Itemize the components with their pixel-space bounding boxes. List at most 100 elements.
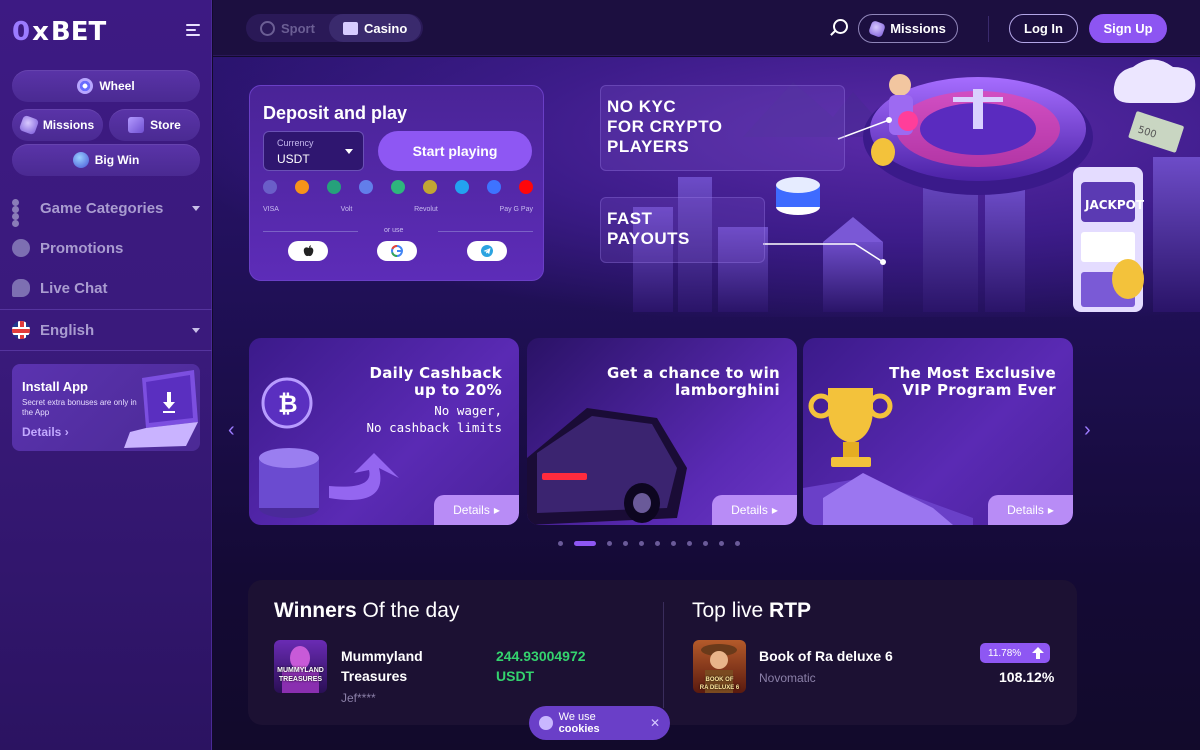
cookie-icon	[539, 716, 553, 730]
promo-title: The Most Exclusive VIP Program Ever	[889, 365, 1056, 399]
main-content: JACKPOT 500 NO KYC FOR CRYPTO PLAYERS FA…	[213, 57, 1200, 750]
search-icon[interactable]	[833, 19, 848, 34]
signup-button[interactable]: Sign Up	[1089, 14, 1167, 43]
wheel-button[interactable]: Wheel	[12, 70, 200, 102]
store-button[interactable]: Store	[109, 109, 200, 141]
menu-toggle-icon[interactable]	[186, 24, 202, 36]
telegram-login-button[interactable]	[467, 241, 507, 261]
rtp-game-name[interactable]: Book of Ra deluxe 6	[759, 646, 893, 666]
language-selector[interactable]: English	[12, 318, 200, 342]
book-of-ra-thumbnail[interactable]: BOOK OF RA DELUXE 6	[693, 640, 746, 693]
rtp-value: 108.12%	[999, 669, 1055, 685]
carousel-dot[interactable]	[607, 541, 612, 546]
amount-currency: USDT	[496, 668, 535, 684]
soccer-ball-icon	[260, 20, 275, 36]
install-app-details-link[interactable]: Details ›	[22, 425, 69, 439]
details-label: Details	[453, 503, 490, 517]
logo-zero: 0	[12, 17, 31, 47]
missions-button[interactable]: Missions	[12, 109, 103, 141]
arrow-up-icon	[1032, 647, 1044, 659]
carousel-dot[interactable]	[639, 541, 644, 546]
rtp-provider: Novomatic	[759, 671, 816, 685]
no-kyc-text: NO KYC FOR CRYPTO PLAYERS	[607, 97, 723, 157]
promo-card-vip[interactable]: The Most Exclusive VIP Program Ever Deta…	[803, 338, 1073, 525]
hero-line: PAYOUTS	[607, 229, 690, 248]
cookie-link[interactable]: cookies	[559, 723, 600, 735]
carousel-dot[interactable]	[558, 541, 563, 546]
carousel-dot[interactable]	[623, 541, 628, 546]
bnb-icon	[391, 180, 405, 194]
cardano-icon	[487, 180, 501, 194]
tab-sport[interactable]: Sport	[246, 14, 329, 42]
lamborghini-car-illustration	[527, 408, 687, 525]
currency-select[interactable]: Currency USDT	[263, 131, 364, 171]
sidebar: 0 x BET Wheel Missions Store Big Win Game …	[0, 0, 212, 750]
tron-icon	[519, 180, 533, 194]
carousel-dot[interactable]	[671, 541, 676, 546]
start-playing-button[interactable]: Start playing	[378, 131, 532, 171]
carousel-dot[interactable]	[703, 541, 708, 546]
mummyland-thumbnail[interactable]: MUMMYLAND TREASURES	[274, 640, 327, 693]
promo-card-cashback[interactable]: ₿ Daily Cashback up to 20% No wager, No …	[249, 338, 519, 525]
sidebar-item-label: Game Categories	[40, 199, 164, 217]
telegram-icon	[481, 245, 493, 257]
carousel-dot[interactable]	[687, 541, 692, 546]
sidebar-item-game-categories[interactable]: Game Categories	[12, 196, 200, 227]
thumbnail-label-line: TREASURES	[278, 676, 323, 683]
laptop-icon	[124, 370, 198, 448]
promo-title-line: The Most Exclusive	[889, 364, 1056, 382]
tether-icon	[327, 180, 341, 194]
google-login-button[interactable]	[377, 241, 417, 261]
deposit-title: Deposit and play	[263, 103, 408, 123]
promo-subtitle-line: No wager,	[434, 403, 502, 418]
or-use-divider: or use	[263, 227, 533, 237]
panel-divider	[663, 602, 664, 708]
promo-details-button[interactable]: Details ▸	[988, 495, 1073, 525]
promo-title-line: Get a chance to win	[607, 364, 780, 382]
install-app-card[interactable]: Install App Secret extra bonuses are onl…	[12, 364, 200, 451]
tab-casino-label: Casino	[363, 20, 408, 36]
google-icon	[391, 245, 403, 257]
hero-line: FOR CRYPTO	[607, 117, 723, 136]
sidebar-item-promotions[interactable]: Promotions	[12, 236, 123, 260]
promo-details-button[interactable]: Details ▸	[434, 495, 519, 525]
carousel-dot-active[interactable]	[574, 541, 596, 546]
rtp-title-bold: RTP	[769, 599, 812, 622]
apple-google-pay-logo: Pay G Pay	[499, 206, 533, 213]
signup-label: Sign Up	[1103, 21, 1153, 36]
login-button[interactable]: Log In	[1009, 14, 1078, 43]
volt-logo: Volt	[340, 206, 353, 213]
carousel-next-arrow[interactable]: ›	[1084, 420, 1094, 440]
apple-login-button[interactable]	[288, 241, 328, 261]
missions-header-button[interactable]: Missions	[858, 14, 958, 43]
close-icon[interactable]: ✕	[650, 716, 660, 730]
chevron-right-icon: ▸	[1047, 503, 1054, 517]
big-win-icon	[72, 152, 89, 168]
carousel-dot[interactable]	[735, 541, 740, 546]
promo-details-button[interactable]: Details ▸	[712, 495, 797, 525]
sidebar-divider	[0, 350, 212, 351]
vip-trophy-illustration	[803, 388, 973, 525]
logo[interactable]: 0 x BET	[12, 17, 106, 47]
chevron-down-icon	[192, 328, 200, 333]
promo-title-line: lamborghini	[674, 381, 780, 399]
start-playing-label: Start playing	[412, 143, 498, 159]
visa-mastercard-logo: VISA	[263, 206, 279, 213]
top-header: Sport Casino Missions Log In Sign Up	[213, 0, 1200, 56]
carousel-dot[interactable]	[655, 541, 660, 546]
carousel-dot[interactable]	[719, 541, 724, 546]
game-name-line: Treasures	[341, 668, 408, 684]
details-label: Details	[1007, 503, 1044, 517]
winners-title: Winners Of the day	[274, 599, 459, 623]
mummyland-thumbnail-label: MUMMYLAND TREASURES	[274, 666, 327, 684]
winner-game-name[interactable]: Mummyland Treasures	[341, 646, 423, 686]
login-label: Log In	[1024, 21, 1063, 36]
winners-title-rest: Of the day	[356, 599, 460, 622]
promo-card-lamborghini[interactable]: Get a chance to win lamborghini Details ▸	[527, 338, 797, 525]
big-win-button[interactable]: Big Win	[12, 144, 200, 176]
sidebar-item-live-chat[interactable]: Live Chat	[12, 276, 108, 300]
carousel-prev-arrow[interactable]: ‹	[228, 420, 238, 440]
chat-icon	[12, 279, 30, 297]
tab-casino[interactable]: Casino	[328, 14, 422, 42]
sidebar-divider	[0, 309, 212, 310]
